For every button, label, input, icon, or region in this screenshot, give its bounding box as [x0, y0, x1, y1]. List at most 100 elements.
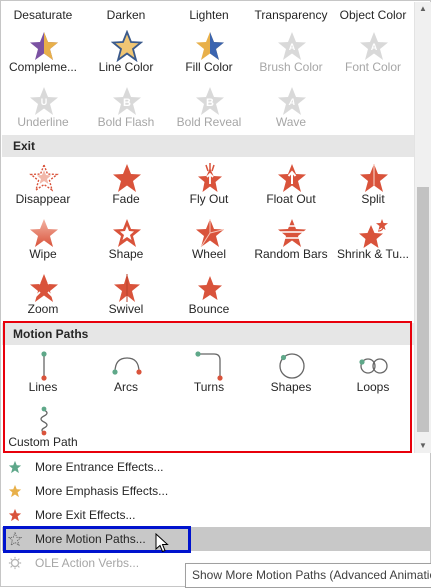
effect-fill-color[interactable]: Fill Color	[168, 28, 250, 83]
motion-label: Loops	[356, 380, 390, 394]
scroll-up-arrow-icon[interactable]: ▲	[415, 2, 431, 16]
exit-row-2: Wipe Shape Wheel Random Bars Shrink & Tu…	[2, 215, 414, 270]
effect-label: Font Color	[344, 60, 402, 74]
shrink-turn-star-icon	[359, 219, 388, 248]
effect-brush-color: A Brush Color	[250, 28, 332, 83]
star-gold-outline-icon	[111, 30, 143, 62]
menu-label: OLE Action Verbs...	[35, 556, 140, 570]
effect-label: Compleme...	[8, 60, 78, 74]
mouse-cursor-icon	[155, 533, 169, 553]
effect-complementary[interactable]: Compleme...	[2, 28, 84, 83]
effect-zoom[interactable]: Zoom	[2, 270, 84, 325]
ole-gear-icon	[8, 556, 22, 570]
motion-loops[interactable]: Loops	[332, 348, 414, 403]
exit-row-3: Zoom Swivel Bounce	[2, 270, 414, 325]
effect-label: Underline	[17, 115, 69, 129]
bold-flash-b-icon: B	[113, 87, 141, 115]
effect-label: Bold Reveal	[176, 115, 242, 129]
effect-label: Disappear	[15, 192, 71, 206]
motion-row-1: Lines Arcs Turns Shapes Loops	[2, 348, 414, 403]
shape-star-icon	[113, 219, 141, 247]
effect-bold-flash: B Bold Flash	[85, 83, 167, 138]
arcs-path-icon	[112, 357, 142, 375]
effect-wheel[interactable]: Wheel	[168, 215, 250, 270]
effect-label: Split	[361, 192, 385, 206]
effect-label: Random Bars	[254, 247, 328, 261]
effect-label: Line Color	[98, 60, 154, 74]
top-row: Desaturate Darken Lighten Transparency O…	[2, 2, 414, 24]
turns-path-icon	[195, 351, 223, 381]
effect-fade[interactable]: Fade	[85, 160, 167, 215]
effect-float-out[interactable]: Float Out	[250, 160, 332, 215]
effect-label: Shrink & Tu...	[336, 247, 410, 261]
effect-disappear[interactable]: Disappear	[2, 160, 84, 215]
effect-transparency[interactable]: Transparency	[250, 8, 332, 22]
motion-turns[interactable]: Turns	[168, 348, 250, 403]
motion-paths-section-header: Motion Paths	[2, 323, 414, 345]
emphasis-row-2: U Underline B Bold Flash B Bold Reveal A…	[2, 83, 414, 138]
more-motion-paths-item[interactable]: More Motion Paths...	[2, 527, 430, 551]
more-entrance-effects-item[interactable]: More Entrance Effects...	[2, 455, 430, 479]
effect-label: Bounce	[188, 302, 230, 316]
effect-random-bars[interactable]: Random Bars	[250, 215, 332, 270]
effect-bounce[interactable]: Bounce	[168, 270, 250, 325]
effect-label: Wave	[275, 115, 307, 129]
effect-underline: U Underline	[2, 83, 84, 138]
exit-section-header: Exit	[2, 135, 414, 157]
scroll-thumb[interactable]	[417, 187, 429, 432]
swivel-star-icon	[114, 274, 140, 302]
effect-label: Bold Flash	[97, 115, 155, 129]
effect-swivel[interactable]: Swivel	[85, 270, 167, 325]
menu-label: More Entrance Effects...	[35, 460, 164, 474]
brush-color-a-icon: A	[278, 32, 306, 60]
effect-label: Wheel	[191, 247, 226, 261]
motion-custom-path[interactable]: Custom Path	[2, 403, 84, 453]
emphasis-row-1: Compleme... Line Color Fill Color A Brus…	[2, 28, 414, 83]
effect-object-color[interactable]: Object Color	[332, 8, 414, 22]
effect-wave: A Wave	[250, 83, 332, 138]
shapes-path-icon	[279, 353, 305, 379]
effect-shape[interactable]: Shape	[85, 215, 167, 270]
motion-lines[interactable]: Lines	[2, 348, 84, 403]
effect-label: Fly Out	[189, 192, 229, 206]
random-bars-star-icon	[278, 219, 306, 247]
more-emphasis-effects-item[interactable]: More Emphasis Effects...	[2, 479, 430, 503]
effect-shrink-turn[interactable]: Shrink & Tu...	[332, 215, 414, 270]
effect-fly-out[interactable]: Fly Out	[168, 160, 250, 215]
motion-row-2: Custom Path	[2, 403, 414, 453]
bounce-star-icon	[198, 276, 222, 300]
effect-split[interactable]: Split	[332, 160, 414, 215]
outline-star-icon	[8, 532, 22, 546]
motion-label: Shapes	[270, 380, 312, 394]
effect-wipe[interactable]: Wipe	[2, 215, 84, 270]
svg-text:U: U	[41, 97, 48, 107]
motion-shapes[interactable]: Shapes	[250, 348, 332, 403]
effect-bold-reveal: B Bold Reveal	[168, 83, 250, 138]
effect-label: Wipe	[29, 247, 57, 261]
custom-path-icon	[40, 406, 48, 436]
motion-label: Arcs	[114, 380, 138, 394]
gallery-scrollbar[interactable]: ▲ ▼	[414, 2, 431, 453]
effect-darken[interactable]: Darken	[85, 8, 167, 22]
effect-label: Float Out	[266, 192, 316, 206]
effect-lighten[interactable]: Lighten	[168, 8, 250, 22]
menu-label: More Emphasis Effects...	[35, 484, 169, 498]
effect-label: Fade	[112, 192, 140, 206]
motion-arcs[interactable]: Arcs	[85, 348, 167, 403]
exit-row-1: Disappear Fade Fly Out Float Out Split	[2, 160, 414, 215]
svg-text:A: A	[371, 42, 378, 52]
font-color-a-icon: A	[360, 32, 388, 60]
more-exit-effects-item[interactable]: More Exit Effects...	[2, 503, 430, 527]
loops-path-icon	[359, 358, 388, 374]
menu-label: More Motion Paths...	[35, 532, 146, 546]
effect-line-color[interactable]: Line Color	[85, 28, 167, 83]
disappear-star-icon	[29, 163, 59, 192]
svg-text:B: B	[123, 97, 131, 109]
float-out-star-icon	[278, 164, 306, 192]
scroll-down-arrow-icon[interactable]: ▼	[415, 439, 431, 453]
motion-label: Turns	[193, 380, 225, 394]
motion-label: Custom Path	[8, 435, 78, 449]
effect-desaturate[interactable]: Desaturate	[2, 8, 84, 22]
wheel-star-icon	[196, 219, 225, 248]
effect-label: Brush Color	[259, 60, 323, 74]
